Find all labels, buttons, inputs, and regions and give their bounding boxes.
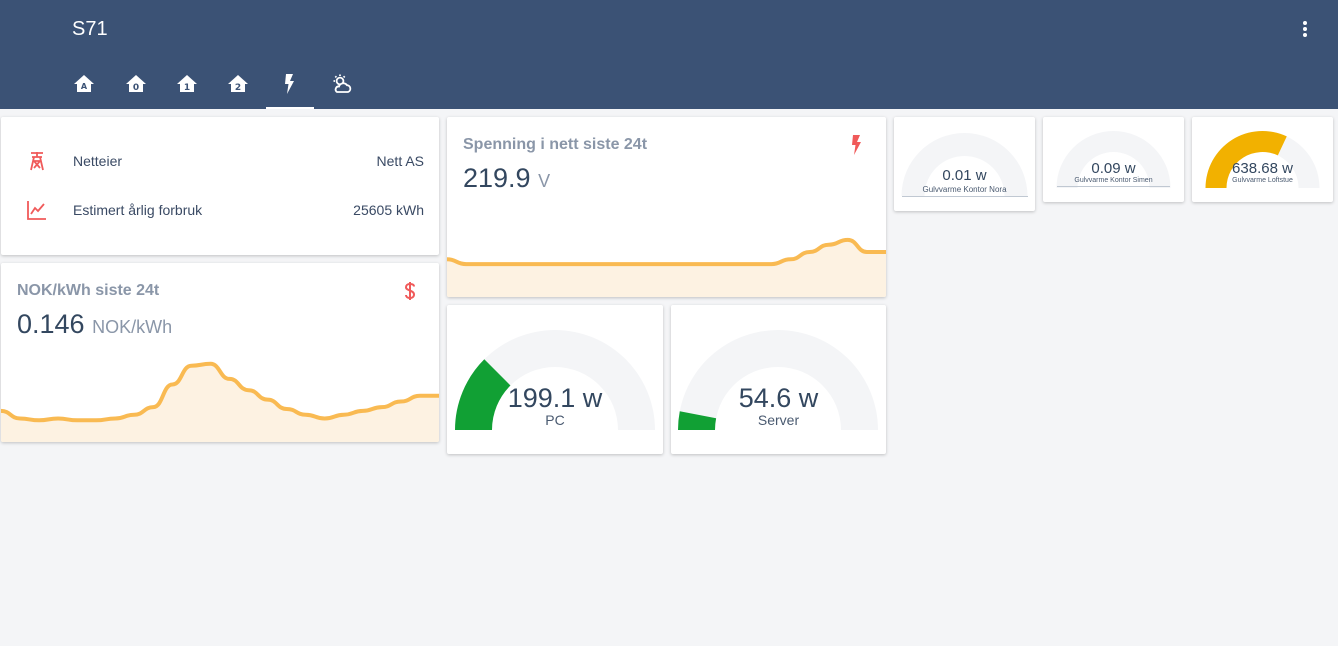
home-floor-1-icon: 1 (177, 75, 197, 93)
chart-line-icon (27, 201, 46, 220)
tab-weather[interactable] (318, 64, 366, 109)
tab-energy[interactable] (266, 64, 314, 109)
gauge-value: 0.01 w (942, 167, 987, 184)
voltage-sensor-card[interactable]: Spenning i nett siste 24t 219.9 V (447, 117, 886, 297)
svg-text:0: 0 (133, 83, 139, 93)
gauge-pc (455, 330, 655, 430)
flash-icon (285, 74, 294, 94)
gauge-name: PC (545, 412, 565, 428)
voltage-history-graph (447, 237, 886, 297)
svg-text:1: 1 (184, 83, 190, 93)
sensor-name: Spenning i nett siste 24t (463, 136, 648, 153)
sensor-unit: V (538, 171, 551, 191)
gauge-card-kontor-nora[interactable]: 0.01 w Gulvvarme Kontor Nora (894, 117, 1035, 211)
app-header: S71 A 0 1 2 (0, 0, 1338, 109)
entity-value: Nett AS (376, 153, 424, 169)
entity-name: Netteier (73, 153, 123, 169)
gauge-name: Gulvvarme Kontor Simen (1074, 177, 1153, 184)
gauge-card-kontor-simen[interactable]: 0.09 w Gulvvarme Kontor Simen (1043, 117, 1184, 202)
gauge-name: Server (757, 412, 800, 428)
tab-home-floor-2[interactable]: 2 (214, 64, 262, 109)
weather-partly-cloudy-icon (333, 74, 352, 93)
app-title: S71 (72, 18, 108, 40)
home-floor-0-icon: 0 (126, 75, 146, 93)
sensor-value-number: 219.9 (463, 163, 531, 193)
price-sensor-card[interactable]: NOK/kWh siste 24t 0.146 NOK/kWh (1, 263, 439, 442)
entity-row-netteier[interactable]: Netteier Nett AS (1, 146, 439, 176)
divider (902, 196, 1028, 197)
gauge-value: 199.1 w (507, 383, 603, 413)
gauge-value: 638.68 w (1232, 160, 1293, 177)
dots-vertical-icon[interactable] (1296, 18, 1314, 40)
gauge-server (678, 330, 878, 430)
sensor-value-number: 0.146 (17, 309, 85, 339)
sensor-value: 0.146 NOK/kWh (17, 309, 172, 340)
gauge-card-loftstue[interactable]: 638.68 w Gulvvarme Loftstue (1192, 117, 1333, 202)
entity-row-annual-consumption[interactable]: Estimert årlig forbruk 25605 kWh (1, 195, 439, 225)
svg-text:2: 2 (235, 83, 241, 93)
entity-value: 25605 kWh (353, 202, 424, 218)
tab-home-floor-a[interactable]: A (60, 64, 108, 109)
sensor-value: 219.9 V (463, 163, 550, 194)
transmission-tower-icon (30, 152, 44, 171)
gauge-name: Gulvvarme Kontor Nora (922, 185, 1007, 194)
gauge-value: 54.6 w (738, 383, 819, 413)
price-history-graph (1, 361, 439, 442)
flash-icon (852, 135, 861, 155)
gauge-name: Gulvvarme Loftstue (1232, 177, 1293, 184)
sensor-name: NOK/kWh siste 24t (17, 282, 160, 299)
gauge-value: 0.09 w (1091, 160, 1136, 177)
sensor-unit: NOK/kWh (92, 317, 173, 337)
home-floor-a-icon: A (74, 75, 94, 92)
divider (1057, 186, 1170, 187)
entity-name: Estimert årlig forbruk (73, 202, 203, 218)
tab-home-floor-0[interactable]: 0 (112, 64, 160, 109)
currency-usd-icon (404, 282, 416, 300)
price-graph-area (1, 363, 439, 442)
home-floor-2-icon: 2 (228, 75, 248, 93)
svg-text:A: A (81, 82, 88, 91)
gauge-card-pc[interactable]: 199.1 w PC (447, 305, 663, 454)
entities-card: Netteier Nett AS Estimert årlig forbruk … (1, 117, 439, 255)
tab-home-floor-1[interactable]: 1 (163, 64, 211, 109)
gauge-card-server[interactable]: 54.6 w Server (671, 305, 886, 454)
